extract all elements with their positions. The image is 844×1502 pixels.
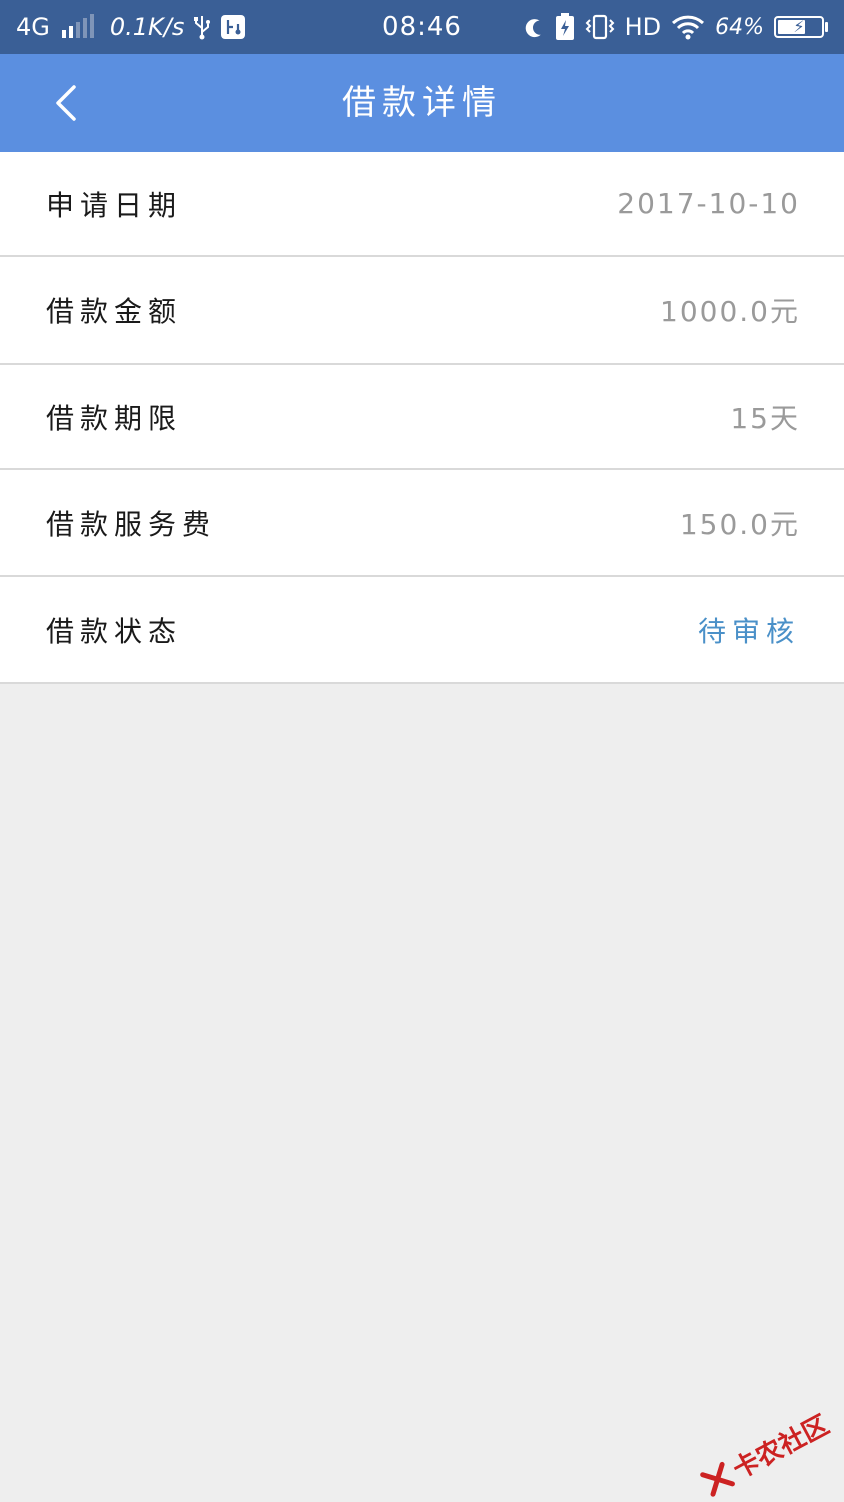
loan-detail-list: 申请日期 2017-10-10 借款金额 1000.0元 借款期限 15天 借款… — [0, 152, 844, 684]
row-label: 申请日期 — [46, 188, 183, 222]
signal-icon — [61, 14, 94, 38]
row-value: 150.0元 — [679, 507, 800, 541]
detail-row-apply-date: 申请日期 2017-10-10 — [0, 152, 844, 257]
watermark: 卡农社区 — [695, 1405, 834, 1502]
status-right: HD 64% ⚡ — [523, 13, 828, 41]
detail-row-loan-status: 借款状态 待审核 — [0, 577, 844, 684]
row-label: 借款服务费 — [46, 507, 217, 541]
row-value: 2017-10-10 — [617, 187, 800, 220]
row-label: 借款状态 — [46, 614, 183, 648]
row-label: 借款金额 — [46, 295, 183, 328]
vibrate-icon — [585, 14, 615, 40]
hd-label: HD — [624, 13, 662, 41]
charging-bolt-icon: ⚡ — [793, 17, 805, 36]
row-value: 1000.0元 — [660, 295, 800, 328]
usb-icon — [192, 14, 212, 40]
detail-row-loan-amount: 借款金额 1000.0元 — [0, 257, 844, 365]
page-title: 借款详情 — [342, 83, 502, 123]
status-bar: 4G 0.1K/s 08:46 HD 64% ⚡ — [0, 0, 844, 54]
moon-icon — [523, 16, 545, 38]
battery-percent: 64% — [715, 14, 764, 40]
row-label: 借款期限 — [46, 401, 183, 435]
battery-icon: ⚡ — [774, 16, 828, 38]
wifi-icon — [671, 14, 705, 40]
network-speed: 0.1K/s — [109, 13, 185, 41]
detail-row-service-fee: 借款服务费 150.0元 — [0, 470, 844, 577]
detail-row-loan-term: 借款期限 15天 — [0, 365, 844, 470]
nav-bar: 借款详情 — [0, 54, 844, 152]
row-value: 15天 — [730, 401, 800, 435]
status-left: 4G 0.1K/s — [16, 13, 523, 41]
watermark-text: 卡农社区 — [728, 1410, 835, 1486]
network-type: 4G — [16, 13, 50, 41]
status-value: 待审核 — [697, 614, 800, 648]
battery-saver-icon — [555, 13, 575, 41]
usb-debug-icon — [220, 14, 246, 40]
